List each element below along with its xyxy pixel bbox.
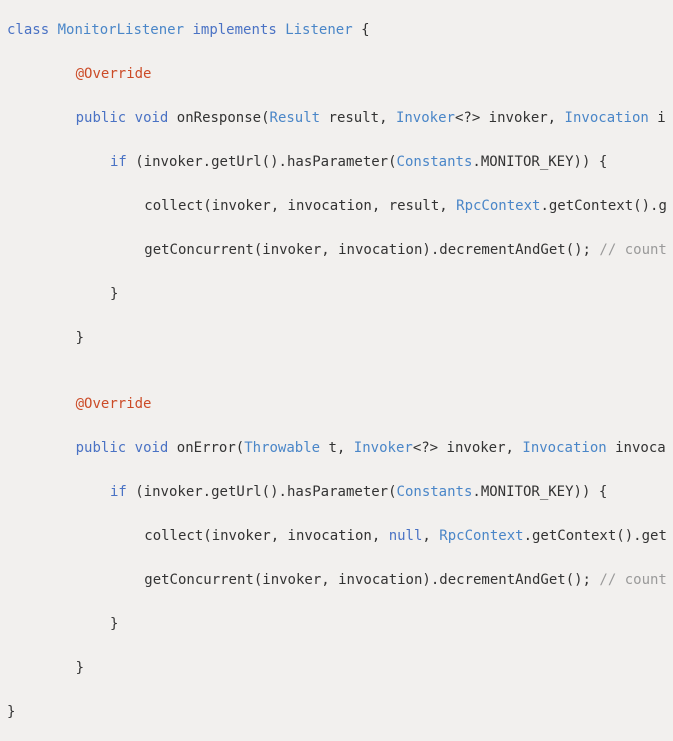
code-token-txt: .getContext().get bbox=[523, 528, 667, 544]
code-token-type: Invocation bbox=[522, 440, 607, 456]
code-block: class MonitorListener implements Listene… bbox=[0, 0, 673, 741]
code-token-txt: collect(invoker, invocation, result, bbox=[144, 198, 457, 214]
code-token-kw: public bbox=[75, 440, 127, 456]
code-token-cmt: // count bbox=[599, 242, 667, 258]
code-token-cmt: // count bbox=[599, 572, 667, 588]
code-token-type: Invoker bbox=[353, 440, 413, 456]
code-token-kw: class bbox=[7, 22, 50, 38]
code-token-kw: if bbox=[109, 154, 127, 170]
code-token-kw: if bbox=[109, 484, 127, 500]
code-token-type: Constants bbox=[396, 484, 473, 500]
code-token-type: Result bbox=[269, 110, 321, 126]
code-token-txt: .MONITOR_KEY)) { bbox=[472, 154, 608, 170]
code-token-txt: .getContext().g bbox=[540, 198, 667, 214]
code-line: collect(invoker, invocation, result, Rpc… bbox=[144, 196, 667, 216]
code-line: public void onError(Throwable t, Invoker… bbox=[76, 438, 666, 458]
code-token-ann: @Override bbox=[75, 66, 152, 82]
code-token-txt: .MONITOR_KEY)) { bbox=[472, 484, 608, 500]
code-token-txt: } bbox=[7, 704, 16, 720]
code-line: @Override bbox=[76, 394, 152, 414]
code-line: class MonitorListener implements Listene… bbox=[7, 20, 370, 40]
code-token-txt: } bbox=[109, 286, 119, 302]
code-token-type: Constants bbox=[396, 154, 473, 170]
code-token-type: Listener bbox=[285, 22, 353, 38]
code-token-txt: { bbox=[352, 22, 370, 38]
code-token-kw: null bbox=[388, 528, 423, 544]
code-line: getConcurrent(invoker, invocation).decre… bbox=[144, 240, 667, 260]
code-token-type: Throwable bbox=[244, 440, 321, 456]
code-line: public void onResponse(Result result, In… bbox=[76, 108, 666, 128]
code-token-txt: } bbox=[75, 330, 85, 346]
code-token-txt: getConcurrent(invoker, invocation).decre… bbox=[144, 572, 600, 588]
code-token-type: MonitorListener bbox=[57, 22, 185, 38]
code-token-txt: invoca bbox=[606, 440, 666, 456]
code-token-txt: } bbox=[75, 660, 85, 676]
code-line: if (invoker.getUrl().hasParameter(Consta… bbox=[110, 152, 607, 172]
code-token-txt: onError( bbox=[168, 440, 245, 456]
code-token-txt: i bbox=[648, 110, 666, 126]
code-token-txt: <?> invoker, bbox=[412, 440, 523, 456]
code-token-kw: public bbox=[75, 110, 127, 126]
code-line: } bbox=[76, 658, 84, 678]
code-line: getConcurrent(invoker, invocation).decre… bbox=[144, 570, 667, 590]
code-token-txt: result, bbox=[320, 110, 396, 126]
code-line: } bbox=[7, 702, 15, 722]
code-line: } bbox=[76, 328, 84, 348]
code-token-txt: (invoker.getUrl().hasParameter( bbox=[126, 484, 397, 500]
code-token-txt: <?> invoker, bbox=[454, 110, 565, 126]
code-token-type: RpcContext bbox=[456, 198, 541, 214]
code-token-ann: @Override bbox=[75, 396, 152, 412]
code-token-txt: t, bbox=[320, 440, 354, 456]
code-token-txt: , bbox=[422, 528, 440, 544]
code-line: collect(invoker, invocation, null, RpcCo… bbox=[144, 526, 667, 546]
code-token-type: Invocation bbox=[564, 110, 649, 126]
code-token-kw: implements bbox=[192, 22, 277, 38]
code-token-kw: void bbox=[134, 110, 169, 126]
code-line: if (invoker.getUrl().hasParameter(Consta… bbox=[110, 482, 607, 502]
code-token-txt: collect(invoker, invocation, bbox=[144, 528, 389, 544]
code-token-txt: getConcurrent(invoker, invocation).decre… bbox=[144, 242, 600, 258]
code-line: } bbox=[110, 284, 118, 304]
code-token-txt: } bbox=[109, 616, 119, 632]
code-token-txt: (invoker.getUrl().hasParameter( bbox=[126, 154, 397, 170]
code-token-type: Invoker bbox=[395, 110, 455, 126]
code-line: @Override bbox=[76, 64, 152, 84]
code-token-type: RpcContext bbox=[439, 528, 524, 544]
code-token-kw: void bbox=[134, 440, 169, 456]
code-token-txt: onResponse( bbox=[168, 110, 270, 126]
code-line: } bbox=[110, 614, 118, 634]
